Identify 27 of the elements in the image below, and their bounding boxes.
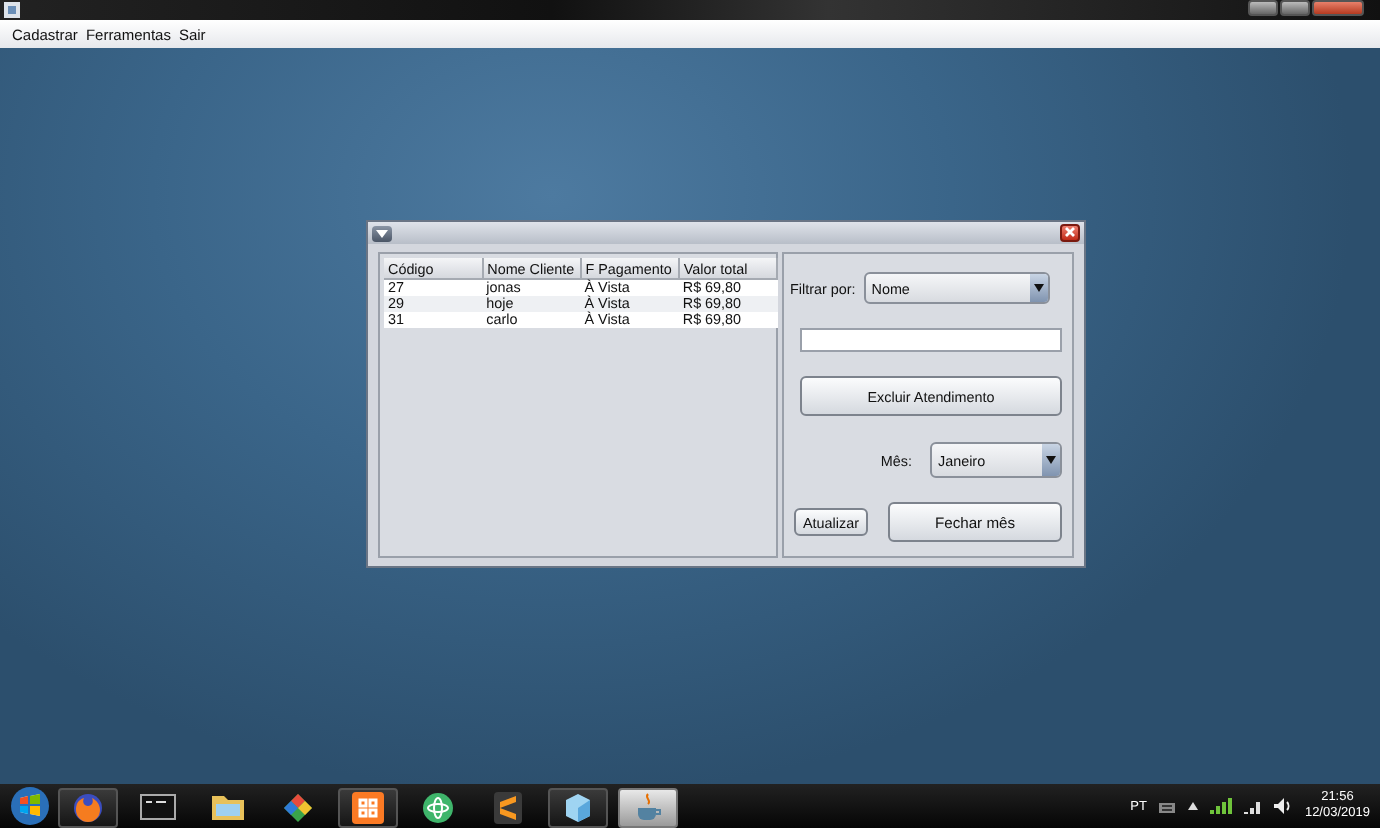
taskbar-app-button[interactable] bbox=[338, 787, 398, 827]
cube-icon bbox=[562, 791, 594, 823]
keyboard-icon[interactable] bbox=[1158, 799, 1177, 813]
signal-bars-icon[interactable] bbox=[1244, 799, 1263, 813]
fox-globe-icon bbox=[72, 791, 104, 823]
caret-icon bbox=[1033, 284, 1044, 292]
diamond-icon bbox=[282, 791, 314, 823]
taskbar-app-button[interactable] bbox=[618, 787, 678, 827]
terminal-icon bbox=[140, 794, 176, 820]
caret-icon bbox=[1046, 456, 1056, 464]
maximize-button[interactable] bbox=[1280, 0, 1310, 16]
signal-bars-icon[interactable] bbox=[1210, 798, 1233, 814]
input-field[interactable] bbox=[800, 328, 1062, 352]
atom-icon bbox=[422, 791, 454, 823]
taskbar-app-button[interactable] bbox=[548, 787, 608, 827]
close-icon bbox=[1064, 226, 1076, 238]
speaker-icon[interactable] bbox=[1274, 798, 1293, 814]
close-button[interactable] bbox=[1060, 224, 1080, 242]
folder-icon bbox=[210, 792, 246, 822]
minimize-button[interactable] bbox=[1248, 0, 1278, 16]
app-icon bbox=[4, 2, 20, 18]
taskbar-app-button[interactable] bbox=[58, 787, 118, 827]
start-button[interactable] bbox=[10, 786, 50, 826]
caret-icon bbox=[376, 229, 388, 237]
system-menu-button[interactable] bbox=[372, 225, 392, 241]
coffee-cup-icon bbox=[634, 791, 662, 823]
triangle-up-icon[interactable] bbox=[1188, 802, 1199, 810]
